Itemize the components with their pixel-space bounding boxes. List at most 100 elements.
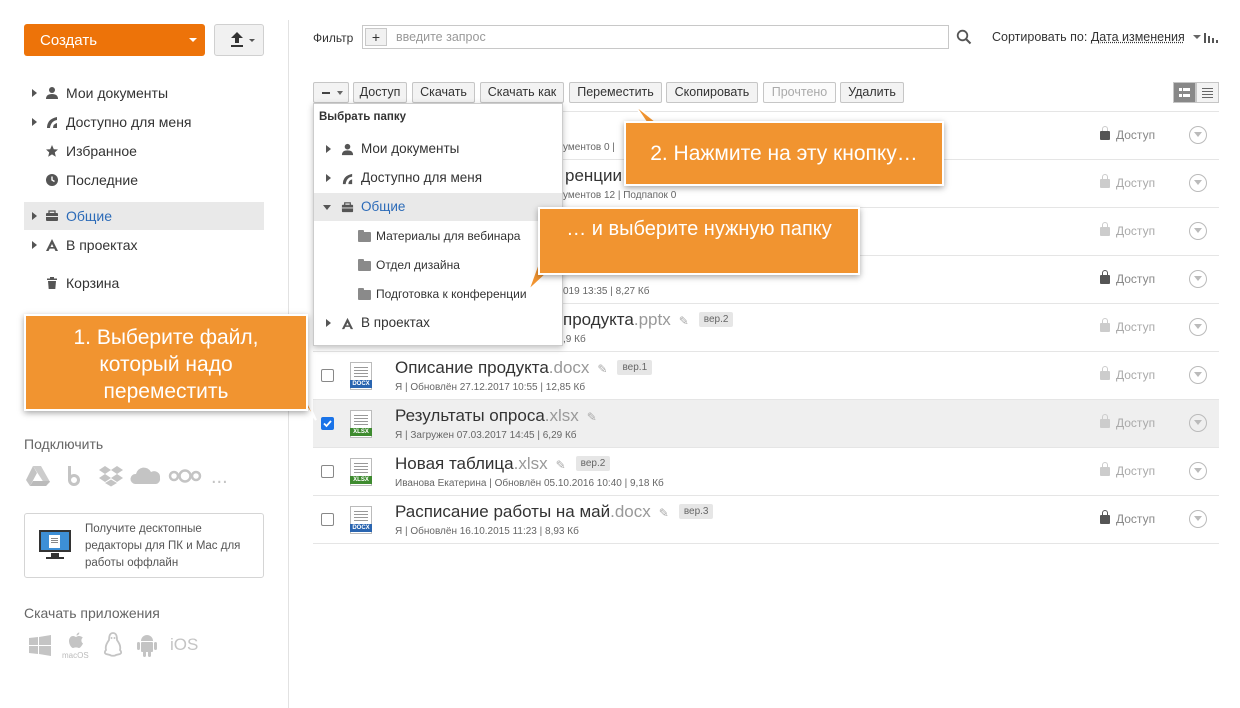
access-button[interactable]: Доступ: [353, 82, 407, 103]
delete-button[interactable]: Удалить: [840, 82, 904, 103]
callout-step3: … и выберите нужную папку: [538, 207, 860, 275]
android-icon[interactable]: [136, 632, 158, 658]
sidebar-item-shared-with-me[interactable]: Доступно для меня: [24, 108, 264, 136]
sidebar-item-my-documents[interactable]: Мои документы: [24, 79, 264, 107]
table-row[interactable]: XLSX Новая таблица.xlsx ✎ вер.2 Иванова Ек…: [313, 448, 1219, 496]
expand-arrow-icon[interactable]: [326, 319, 331, 327]
table-row[interactable]: DOCX Описание продукта.docx ✎ вер.1 Я | Об…: [313, 352, 1219, 400]
sort-order-icon[interactable]: [1204, 31, 1218, 43]
lock-icon: [1100, 270, 1110, 284]
row-menu-button[interactable]: [1189, 126, 1207, 144]
apple-icon[interactable]: [67, 632, 85, 650]
version-badge[interactable]: вер.2: [698, 312, 734, 327]
upload-button[interactable]: [214, 24, 264, 56]
dropbox-icon[interactable]: [98, 464, 124, 488]
ios-label[interactable]: iOS: [170, 635, 198, 655]
expand-arrow-icon[interactable]: [32, 241, 37, 249]
create-button[interactable]: Создать: [24, 24, 205, 56]
nextcloud-icon[interactable]: [168, 464, 202, 488]
copy-button[interactable]: Скопировать: [666, 82, 758, 103]
row-menu-button[interactable]: [1189, 270, 1207, 288]
version-badge[interactable]: вер.2: [575, 456, 611, 471]
version-badge[interactable]: вер.1: [617, 360, 653, 375]
row-name[interactable]: Расписание работы на май.docx ✎ вер.3: [395, 502, 714, 522]
sort-control[interactable]: Сортировать по: Дата изменения: [992, 30, 1185, 44]
add-filter-button[interactable]: +: [365, 28, 387, 46]
move-button[interactable]: Переместить: [569, 82, 662, 103]
download-as-button[interactable]: Скачать как: [480, 82, 564, 103]
row-menu-button[interactable]: [1189, 414, 1207, 432]
more-services-button[interactable]: ...: [211, 466, 228, 489]
access-indicator[interactable]: Доступ: [1100, 366, 1155, 382]
view-list-button[interactable]: [1196, 82, 1219, 103]
table-row[interactable]: DOCX Расписание работы на май.docx ✎ вер.3…: [313, 496, 1219, 544]
edit-pencil-icon[interactable]: ✎: [679, 314, 689, 328]
onedrive-icon[interactable]: [130, 464, 162, 488]
folder-option-shared-with-me[interactable]: Доступно для меня: [314, 164, 562, 192]
row-checkbox[interactable]: [321, 465, 334, 478]
projects-icon: [46, 239, 58, 251]
sort-chevron-down-icon[interactable]: [1193, 35, 1201, 39]
sidebar-item-trash[interactable]: Корзина: [24, 269, 264, 297]
access-indicator[interactable]: Доступ: [1100, 318, 1155, 334]
box-icon[interactable]: [64, 464, 84, 488]
download-button[interactable]: Скачать: [412, 82, 475, 103]
access-indicator[interactable]: Доступ: [1100, 414, 1155, 430]
row-name[interactable]: ренции: [565, 166, 622, 186]
desktop-editors-promo[interactable]: Получите десктопные редакторы для ПК и M…: [24, 513, 264, 578]
google-drive-icon[interactable]: [24, 464, 52, 488]
edit-pencil-icon[interactable]: ✎: [659, 506, 669, 520]
view-compact-button[interactable]: [1173, 82, 1196, 103]
sidebar-item-favorites[interactable]: Избранное: [24, 137, 264, 165]
row-name[interactable]: Описание продукта.docx ✎ вер.1: [395, 358, 653, 378]
docx-file-icon: DOCX: [350, 506, 372, 534]
version-badge[interactable]: вер.3: [678, 504, 714, 519]
row-menu-button[interactable]: [1189, 462, 1207, 480]
sidebar-item-recent[interactable]: Последние: [24, 166, 264, 194]
row-checkbox[interactable]: [321, 513, 334, 526]
row-menu-button[interactable]: [1189, 366, 1207, 384]
row-checkbox[interactable]: [321, 369, 334, 382]
folder-option-common[interactable]: Общие: [314, 193, 562, 221]
lock-icon: [1100, 510, 1110, 524]
table-row[interactable]: XLSX Результаты опроса.xlsx ✎ Я | Загруже…: [313, 400, 1219, 448]
edit-pencil-icon[interactable]: ✎: [556, 458, 566, 472]
shared-icon: [342, 173, 353, 185]
sidebar-item-label: Мои документы: [66, 85, 169, 101]
row-name[interactable]: продукта.pptx ✎ вер.2: [563, 310, 734, 330]
row-menu-button[interactable]: [1189, 510, 1207, 528]
expand-arrow-icon[interactable]: [326, 145, 331, 153]
search-icon[interactable]: [956, 29, 972, 45]
expand-arrow-icon[interactable]: [326, 174, 331, 182]
common-icon: [46, 210, 58, 221]
sort-value[interactable]: Дата изменения: [1091, 30, 1185, 44]
access-indicator[interactable]: Доступ: [1100, 222, 1155, 238]
access-indicator[interactable]: Доступ: [1100, 174, 1155, 190]
row-menu-button[interactable]: [1189, 174, 1207, 192]
windows-icon[interactable]: [28, 634, 52, 658]
folder-option-projects[interactable]: В проектах: [314, 309, 562, 337]
row-name[interactable]: Новая таблица.xlsx ✎ вер.2: [395, 454, 611, 474]
access-indicator[interactable]: Доступ: [1100, 510, 1155, 526]
access-indicator[interactable]: Доступ: [1100, 270, 1155, 286]
access-indicator[interactable]: Доступ: [1100, 462, 1155, 478]
row-menu-button[interactable]: [1189, 318, 1207, 336]
filter-input[interactable]: + введите запрос: [362, 25, 949, 49]
sidebar-item-common[interactable]: Общие: [24, 202, 264, 230]
linux-icon[interactable]: [102, 632, 124, 658]
row-menu-button[interactable]: [1189, 222, 1207, 240]
sidebar-item-projects[interactable]: В проектах: [24, 231, 264, 259]
select-all-toggle[interactable]: [313, 82, 349, 103]
access-indicator[interactable]: Доступ: [1100, 126, 1155, 142]
mark-read-button[interactable]: Прочтено: [763, 82, 836, 103]
folder-option-my-documents[interactable]: Мои документы: [314, 135, 562, 163]
edit-pencil-icon[interactable]: ✎: [597, 362, 607, 376]
expand-arrow-icon[interactable]: [32, 212, 37, 220]
expand-arrow-icon[interactable]: [32, 89, 37, 97]
edit-pencil-icon[interactable]: ✎: [587, 410, 597, 424]
sidebar-item-label: Последние: [66, 172, 139, 188]
row-name[interactable]: Результаты опроса.xlsx ✎: [395, 406, 597, 426]
expand-arrow-icon[interactable]: [32, 118, 37, 126]
row-checkbox[interactable]: [321, 417, 334, 430]
collapse-arrow-icon[interactable]: [323, 205, 331, 210]
